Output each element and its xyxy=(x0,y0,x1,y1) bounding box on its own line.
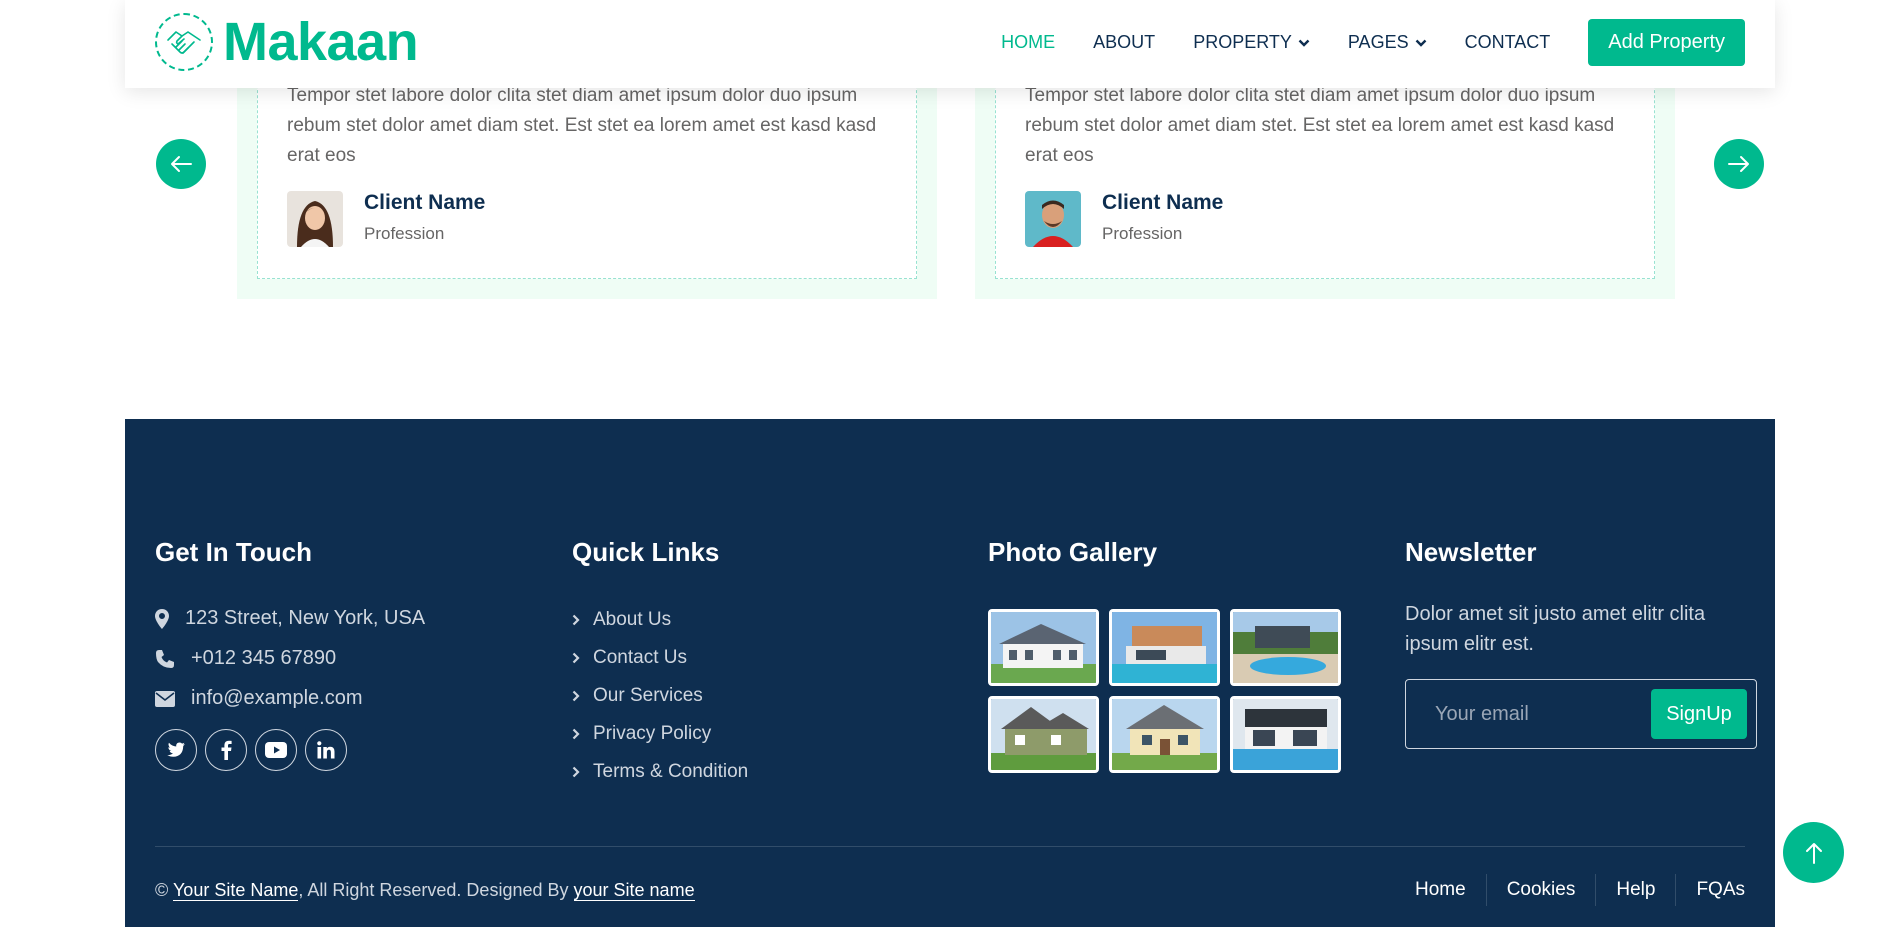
youtube-icon xyxy=(265,742,287,758)
newsletter-form: SignUp xyxy=(1405,679,1757,749)
social-links xyxy=(155,729,355,771)
nav-home[interactable]: HOME xyxy=(1001,32,1055,53)
copyright-symbol: © xyxy=(155,880,169,900)
chevron-right-icon xyxy=(572,652,580,664)
gallery-photo[interactable] xyxy=(1230,696,1341,773)
back-to-top-button[interactable] xyxy=(1783,822,1844,883)
chevron-right-icon xyxy=(572,690,580,702)
footer-menu-home[interactable]: Home xyxy=(1395,874,1486,906)
phone-icon xyxy=(156,649,174,668)
nav-home-label: HOME xyxy=(1001,32,1056,52)
site-name-link[interactable]: Your Site Name xyxy=(172,880,299,901)
quicklink-privacy[interactable]: Privacy Policy xyxy=(572,723,711,745)
gallery-photo[interactable] xyxy=(988,696,1099,773)
footer-contact-title: Get In Touch xyxy=(155,537,312,567)
footer-menu: Home Cookies Help FQAs xyxy=(1395,874,1745,906)
nav-about[interactable]: ABOUT xyxy=(1093,32,1155,53)
quicklink-contact[interactable]: Contact Us xyxy=(572,647,687,669)
signup-button[interactable]: SignUp xyxy=(1651,689,1747,739)
address-text: 123 Street, New York, USA xyxy=(185,607,426,629)
gallery-photo[interactable] xyxy=(988,609,1099,686)
nav-contact[interactable]: CONTACT xyxy=(1465,32,1551,53)
nav-contact-label: CONTACT xyxy=(1464,32,1551,52)
brand[interactable]: Makaan xyxy=(155,12,419,72)
add-property-button[interactable]: Add Property xyxy=(1588,19,1745,66)
arrow-right-icon xyxy=(1728,156,1749,172)
address-row: 123 Street, New York, USA xyxy=(155,607,425,630)
navbar: Makaan HOME ABOUT PROPERTY PAGES CONTACT… xyxy=(125,0,1775,88)
chevron-right-icon xyxy=(572,614,580,626)
quicklink-about[interactable]: About Us xyxy=(572,609,671,631)
testimonial-text: Tempor stet labore dolor clita stet diam… xyxy=(287,85,877,166)
gallery-photo[interactable] xyxy=(1109,696,1220,773)
footer-menu-faqs[interactable]: FQAs xyxy=(1675,874,1745,906)
quicklink-label: About Us xyxy=(593,609,672,630)
phone-row: +012 345 67890 xyxy=(155,647,336,670)
quicklink-label: Our Services xyxy=(593,685,703,706)
envelope-icon xyxy=(155,690,175,707)
client-profession: Profession xyxy=(1102,224,1183,243)
quicklink-label: Terms & Condition xyxy=(593,761,749,782)
chevron-down-icon xyxy=(1298,39,1310,47)
quicklink-services[interactable]: Our Services xyxy=(572,685,703,707)
twitter-link[interactable] xyxy=(155,729,197,771)
footer-gallery-title: Photo Gallery xyxy=(988,537,1158,567)
gallery-photo[interactable] xyxy=(1109,609,1220,686)
nav-about-label: ABOUT xyxy=(1093,32,1156,52)
quicklink-label: Contact Us xyxy=(593,647,687,668)
client-avatar xyxy=(287,191,343,247)
handshake-icon xyxy=(155,13,213,71)
footer: Get In Touch 123 Street, New York, USA +… xyxy=(125,419,1775,927)
footer-menu-cookies[interactable]: Cookies xyxy=(1485,874,1596,906)
nav-property[interactable]: PROPERTY xyxy=(1193,32,1310,53)
map-marker-icon xyxy=(155,608,169,629)
chevron-down-icon xyxy=(1415,39,1426,47)
facebook-icon xyxy=(221,740,232,760)
quicklink-label: Privacy Policy xyxy=(593,723,712,744)
client-profession: Profession xyxy=(364,224,445,243)
testimonial-text: Tempor stet labore dolor clita stet diam… xyxy=(1025,85,1615,166)
facebook-link[interactable] xyxy=(205,729,247,771)
twitter-icon xyxy=(167,742,185,757)
chevron-right-icon xyxy=(572,766,580,778)
photo-gallery xyxy=(988,609,1341,773)
copyright: © Your Site Name, All Right Reserved. De… xyxy=(155,880,695,901)
copyright-text: , All Right Reserved. Designed By xyxy=(298,880,569,900)
newsletter-text: Dolor amet sit justo amet elitr clita ip… xyxy=(1405,603,1706,655)
email-row: info@example.com xyxy=(155,687,362,710)
youtube-link[interactable] xyxy=(255,729,297,771)
client-name: Client Name xyxy=(364,191,486,214)
brand-name: Makaan xyxy=(223,12,419,72)
footer-menu-help[interactable]: Help xyxy=(1595,874,1675,906)
arrow-up-icon xyxy=(1805,842,1822,864)
arrow-left-icon xyxy=(171,156,192,172)
chevron-right-icon xyxy=(572,728,580,740)
nav-pages-label: PAGES xyxy=(1347,32,1409,52)
nav-pages[interactable]: PAGES xyxy=(1348,32,1427,53)
footer-divider xyxy=(155,846,1745,847)
linkedin-icon xyxy=(317,741,335,759)
nav-menu: HOME ABOUT PROPERTY PAGES CONTACT Add Pr… xyxy=(963,19,1745,66)
quicklink-terms[interactable]: Terms & Condition xyxy=(572,761,748,783)
linkedin-link[interactable] xyxy=(305,729,347,771)
designer-link[interactable]: your Site name xyxy=(573,880,695,901)
client-name: Client Name xyxy=(1102,191,1224,214)
email-text: info@example.com xyxy=(191,687,363,709)
footer-newsletter-title: Newsletter xyxy=(1405,537,1537,567)
next-arrow-button[interactable] xyxy=(1714,139,1764,189)
prev-arrow-button[interactable] xyxy=(156,139,206,189)
client-avatar xyxy=(1025,191,1081,247)
phone-text: +012 345 67890 xyxy=(191,647,337,669)
nav-property-label: PROPERTY xyxy=(1193,32,1292,52)
footer-quicklinks-title: Quick Links xyxy=(572,537,720,567)
gallery-photo[interactable] xyxy=(1230,609,1341,686)
newsletter-email-input[interactable] xyxy=(1407,681,1637,747)
